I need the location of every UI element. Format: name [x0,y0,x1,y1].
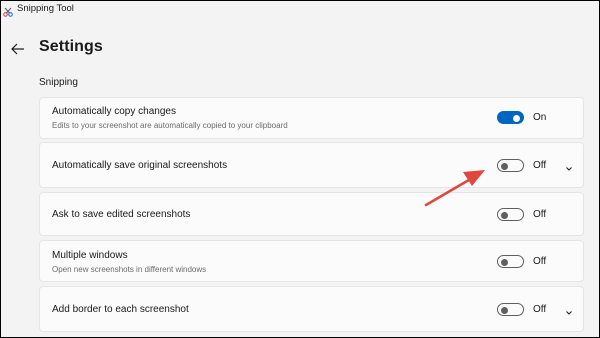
setting-description: Edits to your screenshot are automatical… [52,121,288,130]
setting-title: Automatically save original screenshots [52,160,228,171]
setting-title: Add border to each screenshot [52,304,189,315]
snipping-tool-window: Snipping Tool Settings Snipping Automati… [0,0,600,338]
app-title: Snipping Tool [17,3,74,14]
title-bar: Snipping Tool [1,1,599,19]
multiple-windows-toggle[interactable] [497,255,524,268]
toggle-state-label: Off [533,304,547,315]
chevron-down-icon[interactable] [564,161,574,171]
setting-description: Open new screenshots in different window… [52,265,207,274]
ask-save-toggle[interactable] [497,208,524,221]
setting-card-ask-save: Ask to save edited screenshots Off [39,192,584,236]
setting-title: Automatically copy changes [52,106,176,117]
setting-card-multiple-windows: Multiple windows Open new screenshots in… [39,240,584,282]
toggle-knob [501,211,508,219]
toggle-knob [513,114,520,122]
toggle-knob [501,258,508,266]
page-title: Settings [39,38,103,55]
toggle-state-label: Off [533,209,547,220]
setting-card-auto-copy: Automatically copy changes Edits to your… [39,97,584,139]
section-label-snipping: Snipping [39,77,78,88]
auto-copy-toggle[interactable] [497,111,524,124]
setting-card-auto-save[interactable]: Automatically save original screenshots … [39,142,584,188]
auto-save-toggle[interactable] [497,159,524,172]
setting-title: Multiple windows [52,250,128,261]
snipping-tool-icon [3,4,13,17]
setting-title: Ask to save edited screenshots [52,209,191,220]
back-arrow-icon[interactable] [9,40,27,58]
chevron-down-icon[interactable] [564,305,574,315]
toggle-state-label: On [533,112,547,123]
toggle-knob [501,306,508,314]
setting-card-add-border[interactable]: Add border to each screenshot Off [39,286,584,332]
toggle-state-label: Off [533,160,547,171]
toggle-knob [501,162,508,170]
add-border-toggle[interactable] [497,303,524,316]
toggle-state-label: Off [533,256,547,267]
